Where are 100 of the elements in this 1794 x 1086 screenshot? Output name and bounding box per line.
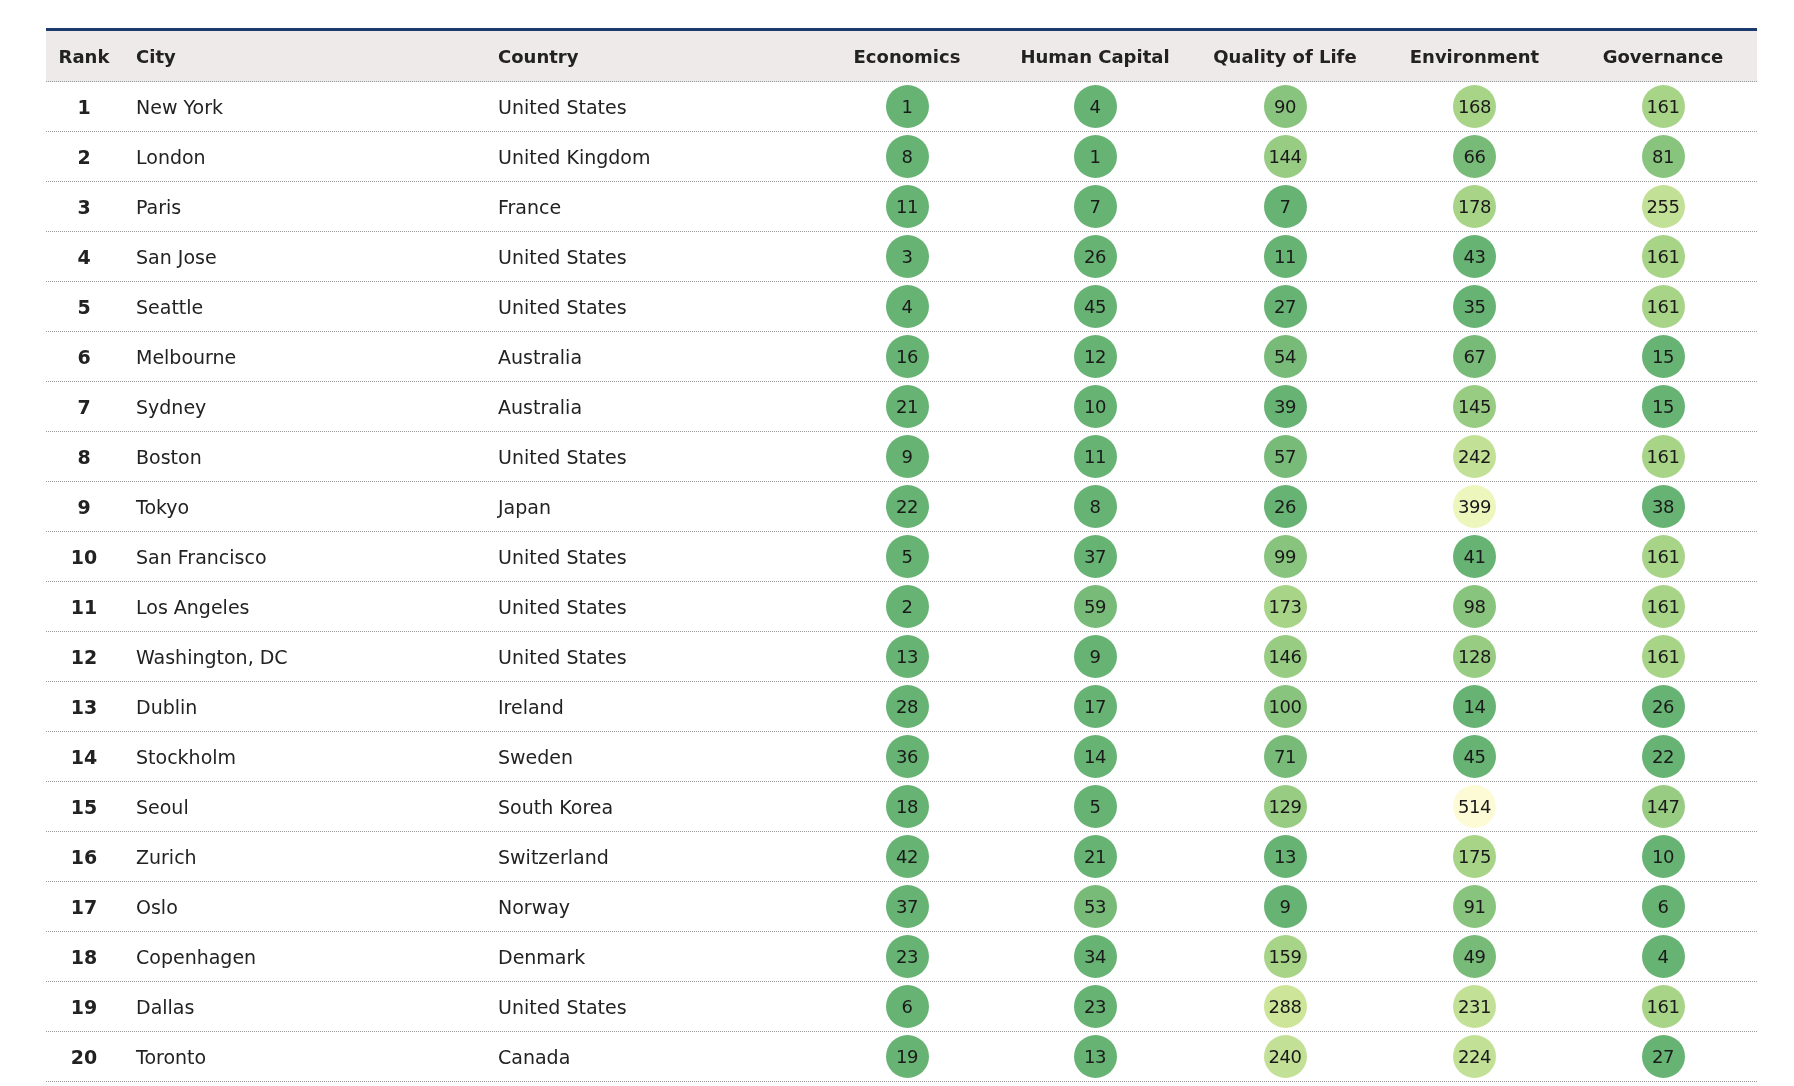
score-badge: 26 xyxy=(1073,235,1117,278)
score-badge: 21 xyxy=(1073,835,1117,878)
country-cell-text: France xyxy=(497,195,562,218)
score-badge: 161 xyxy=(1641,585,1685,628)
score-badge: 288 xyxy=(1263,985,1307,1028)
score-badge: 240 xyxy=(1263,1035,1307,1078)
score-badge: 66 xyxy=(1453,135,1496,178)
score-badge: 514 xyxy=(1453,785,1496,828)
score-badge: 6 xyxy=(885,985,929,1028)
score-badge: 8 xyxy=(885,135,929,178)
score-badge: 91 xyxy=(1453,885,1496,928)
score-badge: 26 xyxy=(1641,685,1685,728)
score-badge: 18 xyxy=(885,785,929,828)
score-badge: 128 xyxy=(1453,635,1496,678)
country-cell-text: United States xyxy=(497,595,627,618)
city-cell-text: Seattle xyxy=(135,295,204,318)
score-badge: 161 xyxy=(1641,235,1685,278)
country-cell-text: Japan xyxy=(496,495,551,518)
city-cell-text: San Francisco xyxy=(135,545,267,568)
column-header: Country xyxy=(497,45,580,67)
country-cell-text: Norway xyxy=(497,895,571,918)
rank-cell: 20 xyxy=(70,1045,98,1068)
score-badge: 9 xyxy=(885,435,929,478)
score-badge: 159 xyxy=(1263,935,1307,978)
city-cell-text: Zurich xyxy=(135,845,197,868)
rank-cell: 11 xyxy=(70,595,98,618)
score-badge: 39 xyxy=(1263,385,1307,428)
rank-cell: 2 xyxy=(77,145,91,168)
score-badge: 161 xyxy=(1641,85,1685,128)
score-badge: 26 xyxy=(1263,485,1307,528)
score-badge: 147 xyxy=(1641,785,1685,828)
country-cell-text: Ireland xyxy=(497,695,564,718)
score-badge: 15 xyxy=(1641,385,1685,428)
score-badge: 100 xyxy=(1263,685,1307,728)
city-cell-text: New York xyxy=(135,95,223,118)
score-badge: 67 xyxy=(1453,335,1496,378)
score-badge: 43 xyxy=(1453,235,1496,278)
score-badge: 22 xyxy=(885,485,929,528)
rank-cell: 6 xyxy=(77,345,91,368)
score-badge: 54 xyxy=(1263,335,1307,378)
city-cell-text: Tokyo xyxy=(135,495,190,518)
score-badge: 81 xyxy=(1641,135,1685,178)
column-header: Quality of Life xyxy=(1212,45,1358,67)
score-badge: 22 xyxy=(1641,735,1685,778)
score-badge: 6 xyxy=(1641,885,1685,928)
score-badge: 161 xyxy=(1641,435,1685,478)
score-badge: 5 xyxy=(1073,785,1117,828)
score-badge: 3 xyxy=(885,235,929,278)
score-badge: 21 xyxy=(885,385,929,428)
score-badge: 14 xyxy=(1073,735,1117,778)
score-badge: 144 xyxy=(1263,135,1307,178)
country-cell-text: United States xyxy=(497,245,627,268)
score-badge: 23 xyxy=(885,935,929,978)
city-cell-text: Copenhagen xyxy=(135,945,257,968)
score-badge: 11 xyxy=(1073,435,1117,478)
country-cell-text: United States xyxy=(497,445,627,468)
city-cell-text: Dublin xyxy=(135,695,198,718)
score-badge: 27 xyxy=(1263,285,1307,328)
score-badge: 242 xyxy=(1453,435,1496,478)
score-badge: 37 xyxy=(1073,535,1117,578)
score-badge: 19 xyxy=(885,1035,929,1078)
score-badge: 99 xyxy=(1263,535,1307,578)
score-badge: 17 xyxy=(1073,685,1117,728)
score-badge: 45 xyxy=(1453,735,1496,778)
score-badge: 10 xyxy=(1073,385,1117,428)
city-cell-text: Sydney xyxy=(135,395,207,418)
city-cell-text: Oslo xyxy=(135,895,178,918)
score-badge: 53 xyxy=(1073,885,1117,928)
score-badge: 45 xyxy=(1073,285,1117,328)
rank-cell: 13 xyxy=(70,695,98,718)
rank-cell: 16 xyxy=(70,845,98,868)
city-cell-text: Dallas xyxy=(135,995,195,1018)
score-badge: 2 xyxy=(885,585,929,628)
country-cell-text: Australia xyxy=(497,395,583,418)
score-badge: 4 xyxy=(885,285,929,328)
country-cell-text: United States xyxy=(497,645,627,668)
score-badge: 11 xyxy=(885,185,929,228)
rank-cell: 17 xyxy=(70,895,98,918)
score-badge: 145 xyxy=(1453,385,1496,428)
score-badge: 16 xyxy=(885,335,929,378)
score-badge: 57 xyxy=(1263,435,1307,478)
rank-cell: 10 xyxy=(70,545,98,568)
score-badge: 4 xyxy=(1641,935,1685,978)
score-badge: 27 xyxy=(1641,1035,1685,1078)
rank-cell: 3 xyxy=(77,195,91,218)
city-cell-text: Melbourne xyxy=(135,345,237,368)
country-cell-text: United States xyxy=(497,295,627,318)
score-badge: 9 xyxy=(1073,635,1117,678)
rank-cell: 9 xyxy=(77,495,91,518)
score-badge: 71 xyxy=(1263,735,1307,778)
column-header: City xyxy=(135,45,177,67)
city-cell-text: Stockholm xyxy=(135,745,237,768)
column-header: Rank xyxy=(57,45,111,67)
score-badge: 5 xyxy=(885,535,929,578)
country-cell-text: Canada xyxy=(497,1045,571,1068)
city-cell-text: Toronto xyxy=(135,1045,207,1068)
rank-cell: 4 xyxy=(77,245,91,268)
rank-cell: 15 xyxy=(70,795,98,818)
score-badge: 399 xyxy=(1453,485,1496,528)
city-cell-text: Washington, DC xyxy=(135,645,288,668)
